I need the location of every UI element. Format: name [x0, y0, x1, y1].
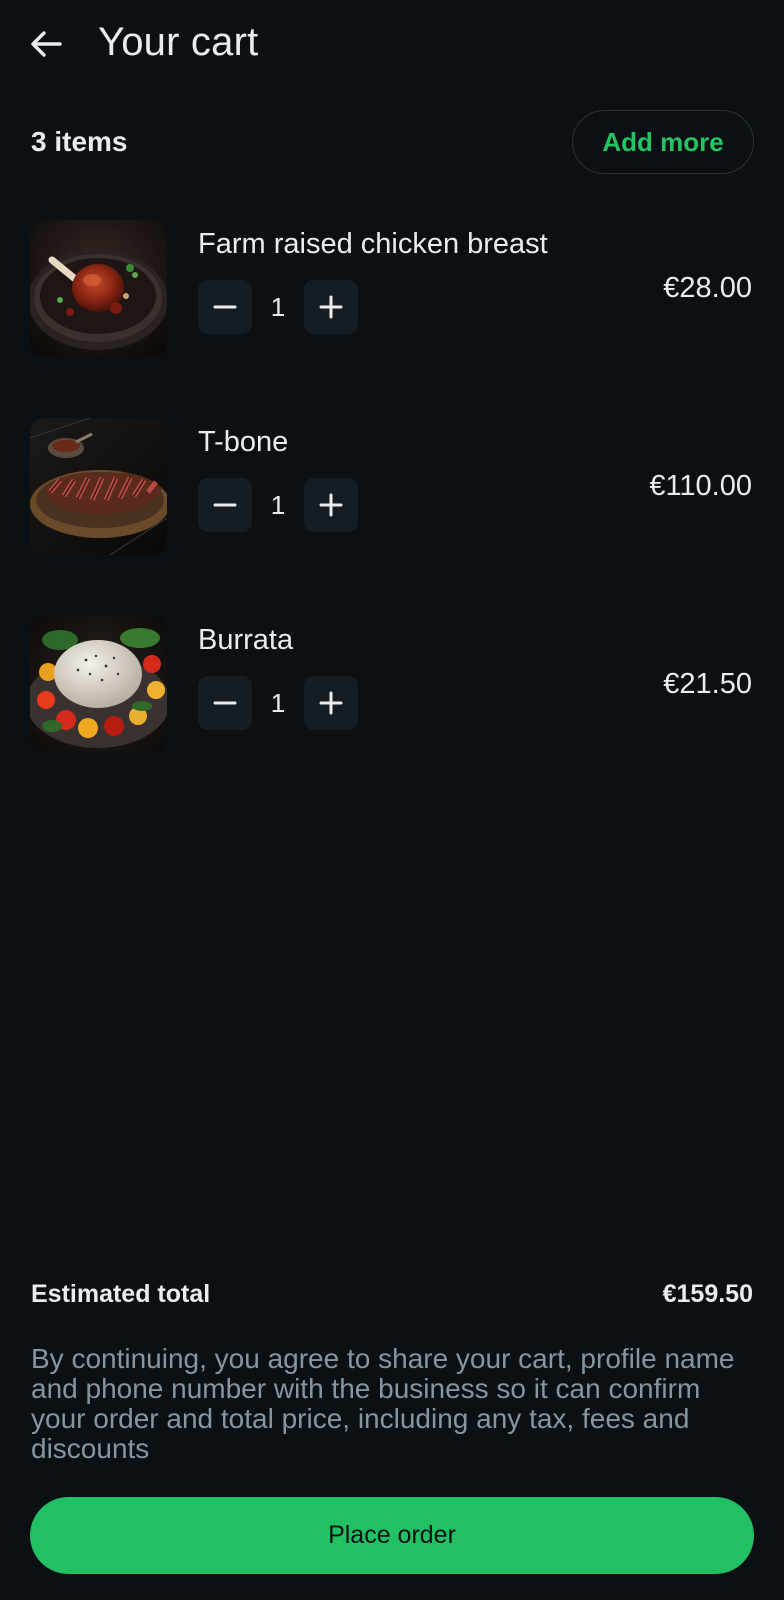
- total-value: €159.50: [662, 1280, 753, 1308]
- item-price: €28.00: [663, 272, 752, 304]
- plus-icon: [319, 691, 343, 715]
- increase-quantity-button[interactable]: [304, 478, 358, 532]
- minus-icon: [213, 701, 237, 705]
- item-quantity: 1: [270, 292, 286, 322]
- burrata-dish-image: [30, 616, 167, 753]
- chicken-dish-image: [30, 220, 167, 357]
- cart-screen: Your cart 3 items Add more Farm raised c…: [0, 0, 784, 1600]
- increase-quantity-button[interactable]: [304, 676, 358, 730]
- minus-icon: [213, 503, 237, 507]
- total-label: Estimated total: [31, 1280, 211, 1308]
- place-order-button[interactable]: Place order: [30, 1497, 754, 1574]
- item-name: T-bone: [198, 426, 289, 458]
- page-title: Your cart: [98, 20, 259, 64]
- item-quantity: 1: [270, 688, 286, 718]
- cart-item: Farm raised chicken breast 1 €28.00: [0, 220, 784, 360]
- minus-icon: [213, 305, 237, 309]
- add-more-button[interactable]: Add more: [572, 110, 754, 174]
- app-header: Your cart: [0, 0, 784, 90]
- steak-dish-image: [30, 418, 167, 555]
- item-name: Burrata: [198, 624, 294, 656]
- quantity-stepper: 1: [198, 478, 358, 532]
- item-price: €110.00: [649, 470, 752, 502]
- plus-icon: [319, 493, 343, 517]
- decrease-quantity-button[interactable]: [198, 676, 252, 730]
- increase-quantity-button[interactable]: [304, 280, 358, 334]
- cart-item: Burrata 1 €21.50: [0, 616, 784, 756]
- plus-icon: [319, 295, 343, 319]
- disclaimer-text: By continuing, you agree to share your c…: [31, 1343, 735, 1464]
- decrease-quantity-button[interactable]: [198, 478, 252, 532]
- decrease-quantity-button[interactable]: [198, 280, 252, 334]
- quantity-stepper: 1: [198, 676, 358, 730]
- item-quantity: 1: [270, 490, 286, 520]
- item-count: 3 items: [31, 126, 128, 157]
- cart-item: T-bone 1 €110.00: [0, 418, 784, 558]
- item-price: €21.50: [663, 668, 752, 700]
- item-name: Farm raised chicken breast: [198, 228, 548, 260]
- quantity-stepper: 1: [198, 280, 358, 334]
- back-button[interactable]: [26, 24, 66, 64]
- arrow-left-icon: [31, 31, 62, 57]
